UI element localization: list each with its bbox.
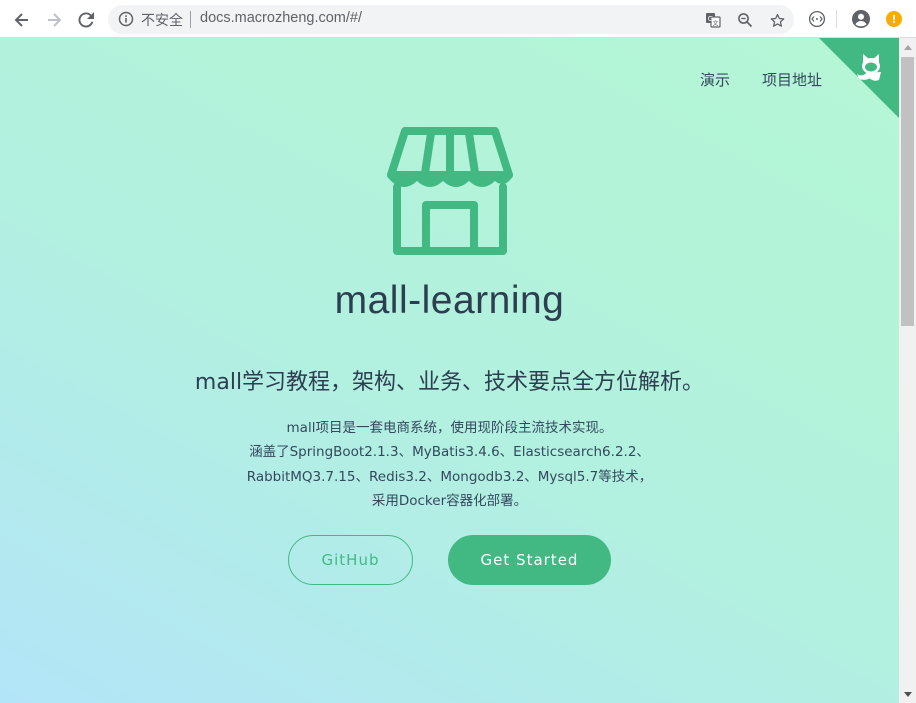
browser-toolbar: 不安全 docs.macrozheng.com/#/ G 文 ! bbox=[0, 0, 916, 38]
arrow-right-icon bbox=[48, 13, 62, 27]
vertical-scrollbar[interactable] bbox=[899, 38, 916, 703]
arrow-left-icon bbox=[14, 13, 28, 27]
security-label[interactable]: 不安全 bbox=[141, 10, 183, 30]
toolbar-divider bbox=[836, 10, 837, 28]
description-line: RabbitMQ3.7.15、Redis3.2、Mongodb3.2、Mysql… bbox=[246, 468, 653, 485]
reload-button[interactable] bbox=[73, 7, 99, 33]
description: mall项目是一套电商系统，使用现阶段主流技术实现。 涵盖了SpringBoot… bbox=[0, 416, 899, 513]
warning-icon: ! bbox=[886, 11, 902, 27]
zoom-icon[interactable] bbox=[736, 11, 754, 29]
scrollbar-thumb[interactable] bbox=[901, 57, 914, 326]
profile-warning-badge[interactable]: ! bbox=[884, 9, 904, 29]
divider bbox=[190, 11, 191, 28]
scroll-down-arrow-icon[interactable] bbox=[899, 686, 916, 703]
forward-button[interactable] bbox=[41, 7, 67, 33]
back-button[interactable] bbox=[9, 7, 35, 33]
tagline: mall学习教程，架构、业务、技术要点全方位解析。 bbox=[194, 370, 705, 395]
description-line: 采用Docker容器化部署。 bbox=[371, 492, 528, 509]
nav-link-demo[interactable]: 演示 bbox=[700, 69, 730, 90]
scroll-up-arrow-icon[interactable] bbox=[899, 38, 916, 55]
github-button[interactable]: GitHub bbox=[288, 535, 413, 585]
site-title: mall-learning bbox=[334, 279, 565, 322]
account-icon[interactable] bbox=[851, 9, 871, 29]
page-viewport: 演示 项目地址 mall-learning mall学习教程，架构、业务、技术要… bbox=[0, 38, 899, 703]
nav-link-project[interactable]: 项目地址 bbox=[762, 69, 822, 90]
storefront-icon bbox=[387, 127, 513, 255]
svg-text:文: 文 bbox=[712, 19, 718, 27]
get-started-button[interactable]: Get Started bbox=[448, 535, 611, 585]
description-line: mall项目是一套电商系统，使用现阶段主流技术实现。 bbox=[286, 420, 613, 436]
info-icon[interactable] bbox=[118, 11, 134, 27]
address-bar[interactable]: 不安全 docs.macrozheng.com/#/ G 文 bbox=[108, 5, 794, 34]
extension-icon[interactable] bbox=[807, 9, 827, 29]
reload-icon bbox=[78, 12, 94, 28]
description-line: 涵盖了SpringBoot2.1.3、MyBatis3.4.6、Elastics… bbox=[249, 444, 650, 461]
github-octocat-icon[interactable] bbox=[819, 38, 899, 118]
url-text[interactable]: docs.macrozheng.com/#/ bbox=[200, 10, 362, 26]
translate-icon[interactable]: G 文 bbox=[704, 11, 722, 29]
star-icon[interactable] bbox=[768, 11, 786, 29]
